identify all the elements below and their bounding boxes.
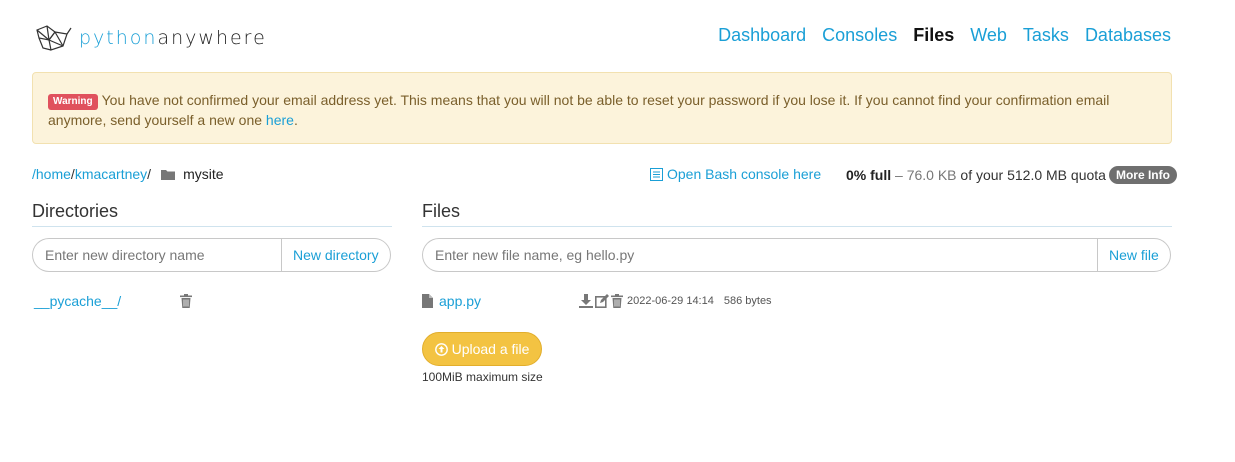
- email-warning-alert: Warning You have not confirmed your email…: [32, 72, 1172, 144]
- file-icon: [422, 294, 433, 308]
- disk-quota: 0% full – 76.0 KB of your 512.0 MB quota…: [846, 166, 1177, 184]
- file-size: 586 bytes: [723, 295, 772, 307]
- breadcrumb-home[interactable]: /home: [32, 166, 71, 182]
- pythonanywhere-logo[interactable]: pythonanywhere: [33, 22, 267, 54]
- folder-icon: [161, 169, 176, 180]
- warning-text: You have not confirmed your email addres…: [48, 92, 1110, 128]
- nav-consoles[interactable]: Consoles: [822, 25, 897, 46]
- nav-dashboard[interactable]: Dashboard: [718, 25, 806, 46]
- upload-file-button[interactable]: Upload a file: [422, 332, 542, 366]
- file-link[interactable]: app.py: [439, 293, 579, 309]
- directory-link[interactable]: __pycache__/: [34, 293, 180, 309]
- brand-part-anywhere: anywhere: [157, 27, 267, 49]
- warning-trailing: .: [293, 112, 298, 128]
- quota-used: – 76.0 KB: [895, 167, 957, 183]
- trash-icon[interactable]: [180, 294, 192, 308]
- more-info-button[interactable]: More Info: [1108, 166, 1177, 184]
- resend-confirmation-link[interactable]: here: [266, 112, 294, 128]
- breadcrumb-current: mysite: [183, 166, 224, 182]
- quota-percent: 0% full: [846, 167, 892, 183]
- upload-arrow-icon: [434, 342, 448, 356]
- breadcrumb-separator: /: [147, 166, 152, 182]
- file-list-item: app.py 2022-06-29 14:14 586 bytes: [422, 293, 772, 309]
- new-directory-input[interactable]: [32, 238, 281, 272]
- upload-size-note: 100MiB maximum size: [422, 370, 543, 384]
- breadcrumb: /home / kmacartney / mysite: [32, 166, 224, 182]
- breadcrumb-user[interactable]: kmacartney: [75, 166, 147, 182]
- open-bash-console-link[interactable]: Open Bash console here: [650, 166, 821, 182]
- files-heading: Files: [422, 201, 1172, 227]
- new-file-form: New file: [422, 238, 1171, 272]
- edit-icon[interactable]: [595, 294, 609, 308]
- new-directory-button[interactable]: New directory: [281, 238, 391, 272]
- python-logo-icon: [36, 25, 72, 51]
- quota-of-text: of your 512.0 MB quota: [960, 167, 1106, 183]
- nav-databases[interactable]: Databases: [1085, 25, 1171, 46]
- download-icon[interactable]: [579, 294, 593, 308]
- console-icon: [650, 167, 663, 181]
- directories-heading: Directories: [32, 201, 392, 227]
- file-actions: [579, 294, 623, 308]
- nav-tasks[interactable]: Tasks: [1023, 25, 1069, 46]
- open-bash-console-label: Open Bash console here: [667, 166, 822, 182]
- top-nav: Dashboard Consoles Files Web Tasks Datab…: [718, 25, 1171, 46]
- brand-name: pythonanywhere: [79, 27, 267, 49]
- new-directory-form: New directory: [32, 238, 391, 272]
- directory-list-item: __pycache__/: [34, 293, 192, 309]
- trash-icon[interactable]: [611, 294, 623, 308]
- new-file-input[interactable]: [422, 238, 1097, 272]
- upload-file-label: Upload a file: [451, 341, 530, 357]
- new-file-button[interactable]: New file: [1097, 238, 1171, 272]
- nav-files[interactable]: Files: [913, 25, 954, 46]
- brand-part-python: python: [79, 27, 158, 49]
- warning-badge: Warning: [48, 94, 98, 110]
- file-modified-date: 2022-06-29 14:14: [627, 295, 714, 307]
- nav-web[interactable]: Web: [970, 25, 1007, 46]
